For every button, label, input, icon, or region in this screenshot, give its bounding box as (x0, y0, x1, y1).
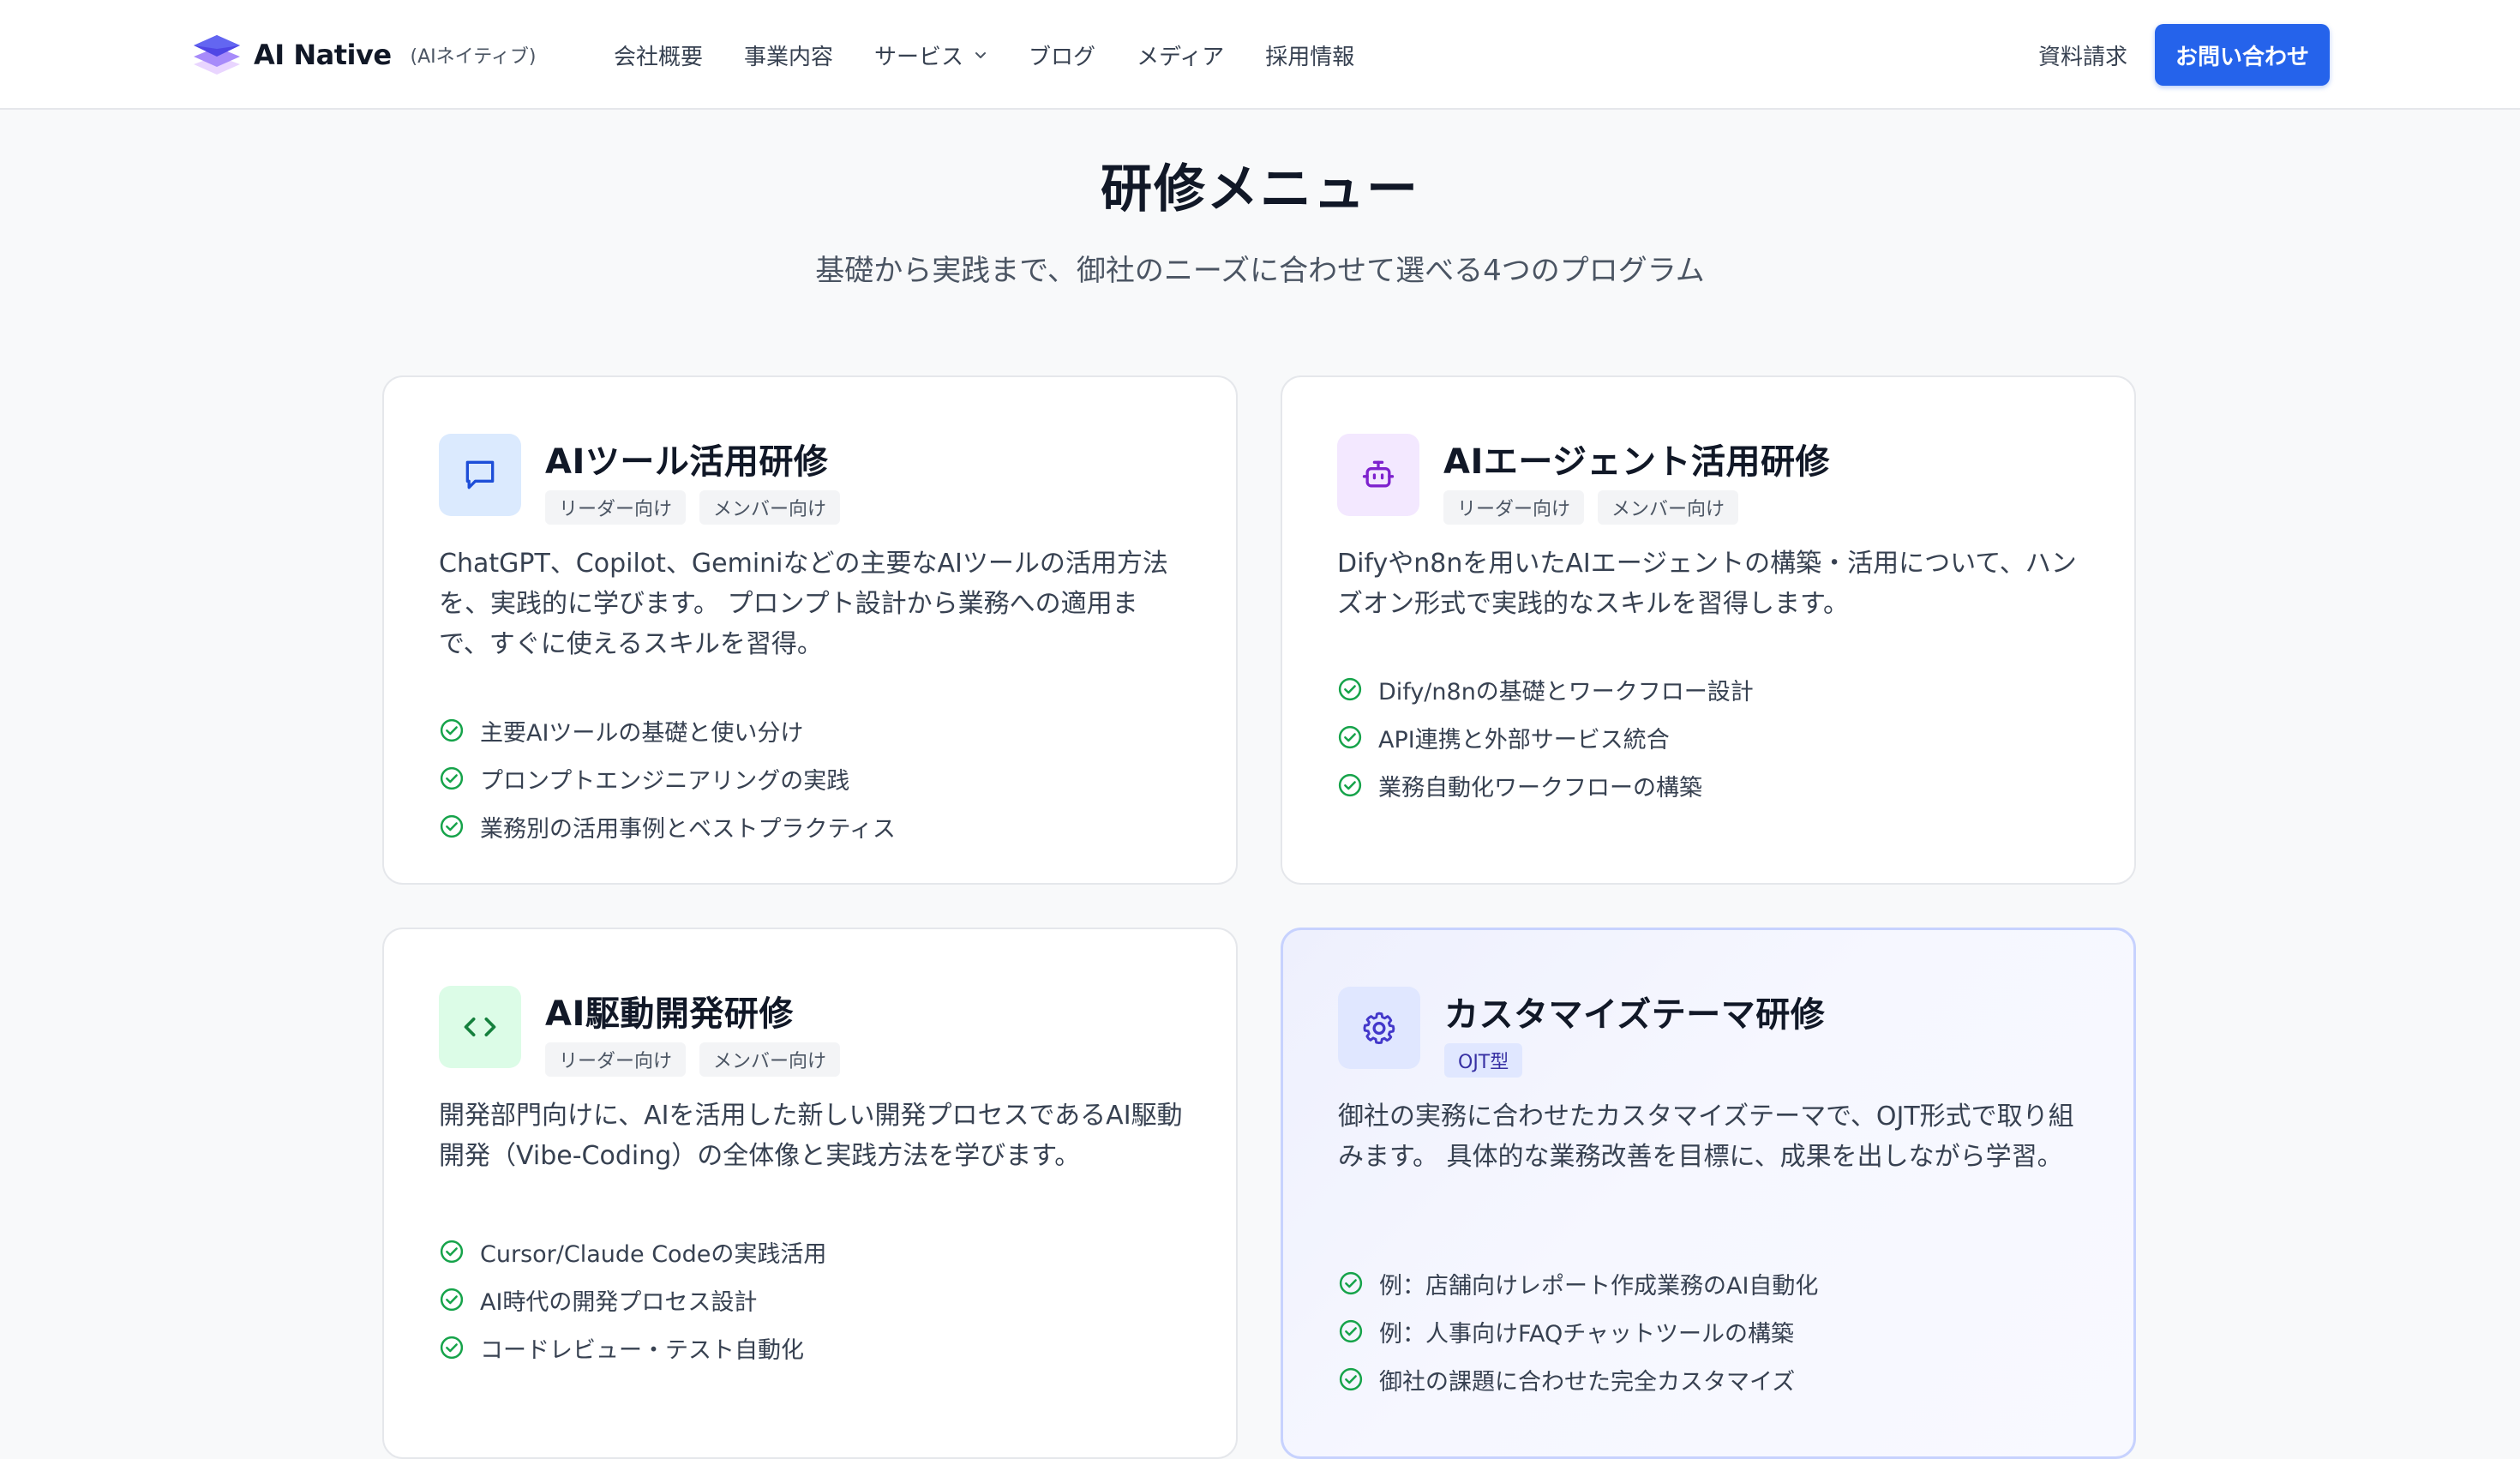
feature-list: 主要AIツールの基礎と使い分け プロンプトエンジニアリングの実践 業務別の活用事… (439, 706, 896, 850)
check-circle-icon (1339, 1367, 1363, 1391)
chat-bubble-icon (439, 434, 521, 516)
document-request-link[interactable]: 資料請求 (2038, 39, 2127, 71)
training-card-custom-theme[interactable]: カスタマイズテーマ研修 OJT型 御社の実務に合わせたカスタマイズテーマで、OJ… (1281, 928, 2136, 1459)
feature-item: 例：店舗向けレポート作成業務のAI自動化 (1338, 1259, 1818, 1307)
training-card-ai-agents[interactable]: AIエージェント活用研修 リーダー向け メンバー向け Difyやn8nを用いたA… (1281, 375, 2136, 885)
feature-item: 業務自動化ワークフローの構築 (1337, 761, 1754, 809)
card-title: カスタマイズテーマ研修 (1444, 995, 1826, 1035)
check-circle-icon (440, 814, 464, 838)
check-circle-icon (440, 718, 464, 742)
feature-item: AI時代の開発プロセス設計 (439, 1276, 826, 1324)
card-title: AIエージェント活用研修 (1443, 442, 1831, 482)
gear-icon (1338, 987, 1420, 1069)
check-circle-icon (440, 1336, 464, 1360)
card-description: 御社の実務に合わせたカスタマイズテーマで、OJT形式で取り組みます。 具体的な業… (1338, 1102, 2074, 1172)
audience-tags: リーダー向け メンバー向け (545, 1042, 854, 1077)
check-circle-icon (1339, 1271, 1363, 1295)
feature-item: コードレビュー・テスト自動化 (439, 1324, 826, 1372)
card-description: ChatGPT、Copilot、Geminiなどの主要なAIツールの活用方法を、… (439, 549, 1168, 659)
feature-list: Dify/n8nの基礎とワークフロー設計 API連携と外部サービス統合 業務自動… (1337, 665, 1754, 809)
check-circle-icon (1338, 725, 1362, 749)
feature-text: 例：店舗向けレポート作成業務のAI自動化 (1379, 1272, 1819, 1300)
card-title: AIツール活用研修 (545, 442, 829, 482)
tag-member: メンバー向け (1598, 490, 1739, 525)
feature-text: 例：人事向けFAQチャットツールの構築 (1379, 1320, 1795, 1348)
tag-member: メンバー向け (699, 490, 841, 525)
chevron-down-icon (975, 52, 987, 58)
card-description: Difyやn8nを用いたAIエージェントの構築・活用について、ハンズオン形式で実… (1337, 549, 2077, 619)
audience-tags: OJT型 (1444, 1043, 1825, 1078)
robot-icon (1337, 434, 1419, 516)
site-header: AI Native (AIネイティブ) 会社概要 事業内容 サービス ブログ メ… (0, 0, 2520, 110)
tag-leader: リーダー向け (545, 1042, 687, 1077)
tag-leader: リーダー向け (1443, 490, 1585, 525)
check-circle-icon (440, 766, 464, 790)
check-circle-icon (1338, 773, 1362, 797)
nav-item-careers[interactable]: 採用情報 (1265, 39, 1354, 71)
check-circle-icon (1338, 677, 1362, 701)
feature-text: Dify/n8nの基礎とワークフロー設計 (1378, 678, 1754, 705)
feature-text: 業務自動化ワークフローの構築 (1378, 774, 1702, 802)
tag-member: メンバー向け (699, 1042, 841, 1077)
feature-list: Cursor/Claude Codeの実践活用 AI時代の開発プロセス設計 コー… (439, 1228, 826, 1372)
nav-item-media[interactable]: メディア (1137, 39, 1224, 71)
feature-text: 主要AIツールの基礎と使い分け (480, 719, 804, 747)
card-title: AI駆動開発研修 (545, 994, 794, 1034)
feature-item: API連携と外部サービス統合 (1337, 713, 1754, 761)
contact-button[interactable]: お問い合わせ (2154, 24, 2330, 86)
feature-item: Cursor/Claude Codeの実践活用 (439, 1228, 826, 1276)
training-card-ai-driven-dev[interactable]: AI駆動開発研修 リーダー向け メンバー向け 開発部門向けに、AIを活用した新し… (382, 928, 1238, 1459)
nav-item-company[interactable]: 会社概要 (614, 39, 703, 71)
check-circle-icon (1339, 1319, 1363, 1343)
feature-text: 業務別の活用事例とベストプラクティス (480, 815, 896, 843)
page-title: 研修メニュー (1101, 159, 1419, 219)
feature-text: 御社の課題に合わせた完全カスタマイズ (1379, 1368, 1796, 1396)
card-description: 開発部門向けに、AIを活用した新しい開発プロセスであるAI駆動開発（Vibe-C… (439, 1101, 1183, 1171)
main-nav: 会社概要 事業内容 サービス ブログ メディア 採用情報 (614, 34, 1395, 75)
feature-text: Cursor/Claude Codeの実践活用 (480, 1240, 827, 1268)
page-subtitle: 基礎から実践まで、御社のニーズに合わせて選べる4つのプログラム (815, 254, 1705, 288)
feature-text: コードレビュー・テスト自動化 (480, 1336, 804, 1364)
feature-item: Dify/n8nの基礎とワークフロー設計 (1337, 665, 1754, 713)
layers-logo-icon (194, 35, 240, 75)
feature-item: 御社の課題に合わせた完全カスタマイズ (1338, 1355, 1818, 1403)
brand-name: AI Native (254, 39, 392, 71)
nav-item-services[interactable]: サービス (874, 39, 987, 71)
tag-leader: リーダー向け (545, 490, 687, 525)
training-card-ai-tools[interactable]: AIツール活用研修 リーダー向け メンバー向け ChatGPT、Copilot、… (382, 375, 1238, 885)
audience-tags: リーダー向け メンバー向け (1443, 490, 1830, 525)
feature-item: 業務別の活用事例とベストプラクティス (439, 802, 896, 850)
feature-item: プロンプトエンジニアリングの実践 (439, 754, 896, 802)
feature-text: API連携と外部サービス統合 (1378, 726, 1670, 754)
code-icon (439, 986, 521, 1068)
header-actions: 資料請求 お問い合わせ (2038, 24, 2330, 86)
feature-text: プロンプトエンジニアリングの実践 (480, 767, 850, 795)
nav-item-blog[interactable]: ブログ (1029, 39, 1095, 71)
check-circle-icon (440, 1288, 464, 1312)
feature-list: 例：店舗向けレポート作成業務のAI自動化 例：人事向けFAQチャットツールの構築… (1338, 1259, 1818, 1403)
nav-item-services-label: サービス (874, 44, 964, 70)
feature-item: 例：人事向けFAQチャットツールの構築 (1338, 1307, 1818, 1355)
check-circle-icon (440, 1240, 464, 1264)
feature-item: 主要AIツールの基礎と使い分け (439, 706, 896, 754)
feature-text: AI時代の開発プロセス設計 (480, 1288, 758, 1316)
nav-item-business[interactable]: 事業内容 (744, 39, 833, 71)
brand-logo[interactable]: AI Native (AIネイティブ) (192, 27, 536, 82)
tag-ojt: OJT型 (1444, 1043, 1523, 1078)
audience-tags: リーダー向け メンバー向け (545, 490, 854, 525)
brand-subtitle: (AIネイティブ) (410, 46, 537, 68)
